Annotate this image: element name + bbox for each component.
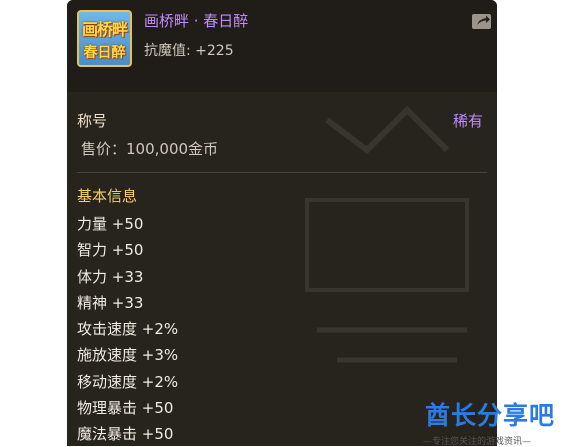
item-tooltip: 画桥畔 春日醉 画桥畔 · 春日醉 抗魔值: +225 称号 稀有 售价：100… [67,0,497,446]
divider [77,172,487,173]
badge-text-bottom: 春日醉 [83,45,126,61]
basic-info-heading: 基本信息 [77,187,138,205]
stat-row: 魔法暴击 +50 [77,425,174,444]
watermark-subtitle: —专注您关注的游戏资讯— [423,437,532,447]
watermark-title: 酋长分享吧 [425,401,556,430]
item-resist-value: 抗魔值: +225 [144,43,234,59]
stat-row: 移动速度 +2% [77,372,179,391]
item-name: 画桥畔 · 春日醉 [144,12,249,30]
stats-list: 力量 +50 智力 +50 体力 +33 精神 +33 攻击速度 +2% 施放速… [77,213,178,446]
rarity-label: 稀有 [452,112,483,130]
title-badge-icon: 画桥畔 春日醉 [77,10,132,67]
badge-text-top: 画桥畔 [81,20,128,39]
stat-row: 力量 +50 [77,215,144,233]
item-type-label: 称号 [77,112,108,130]
sell-price: 售价：100,000金币 [81,140,219,158]
share-icon[interactable] [471,11,493,31]
stat-row: 攻击速度 +2% [77,320,179,339]
stat-row: 施放速度 +3% [77,346,179,365]
stat-row: 智力 +50 [77,241,144,260]
watermark: 酋长分享吧 —专注您关注的游戏资讯— [423,396,568,447]
stat-row: 物理暴击 +50 [77,399,174,418]
stat-row: 体力 +33 [77,267,144,286]
stat-row: 精神 +33 [77,293,144,312]
